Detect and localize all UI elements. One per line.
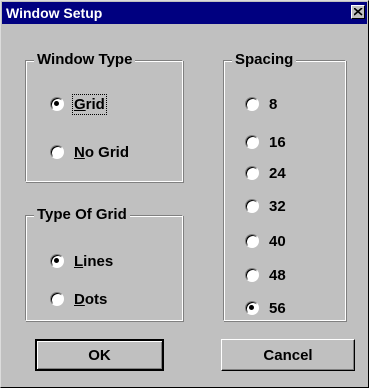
spacing-label: Spacing bbox=[232, 51, 297, 69]
radio-spacing-label: 24 bbox=[269, 164, 286, 182]
radio-spacing-56[interactable]: 56 bbox=[245, 298, 286, 318]
radio-dots-label: Dots bbox=[74, 290, 108, 308]
ok-button[interactable]: OK bbox=[35, 339, 164, 371]
radio-button[interactable] bbox=[245, 199, 259, 213]
radio-selected-dot bbox=[54, 101, 59, 106]
radio-button[interactable] bbox=[245, 234, 259, 248]
radio-grid[interactable]: Grid bbox=[50, 93, 107, 115]
radio-spacing-label: 48 bbox=[269, 266, 286, 284]
radio-spacing-48[interactable]: 48 bbox=[245, 265, 286, 285]
cancel-button[interactable]: Cancel bbox=[221, 339, 355, 371]
window-type-label: Window Type bbox=[34, 51, 136, 69]
radio-spacing-label: 56 bbox=[269, 299, 286, 317]
radio-button[interactable] bbox=[245, 301, 259, 315]
radio-selected-dot bbox=[54, 258, 59, 263]
radio-dots[interactable]: Dots bbox=[50, 289, 107, 309]
radio-spacing-24[interactable]: 24 bbox=[245, 163, 286, 183]
radio-spacing-16[interactable]: 16 bbox=[245, 132, 286, 152]
close-button[interactable] bbox=[351, 5, 365, 19]
window-setup-dialog: Window Setup Window Type Grid No Grid Ty… bbox=[0, 0, 369, 388]
title-bar[interactable]: Window Setup bbox=[2, 2, 367, 24]
radio-button[interactable] bbox=[245, 135, 259, 149]
radio-spacing-8[interactable]: 8 bbox=[245, 94, 277, 114]
close-icon bbox=[354, 8, 363, 16]
radio-button[interactable] bbox=[245, 97, 259, 111]
window-type-group: Window Type bbox=[25, 51, 183, 182]
radio-button[interactable] bbox=[50, 145, 64, 159]
window-title: Window Setup bbox=[6, 5, 103, 21]
radio-spacing-label: 16 bbox=[269, 133, 286, 151]
radio-spacing-32[interactable]: 32 bbox=[245, 196, 286, 216]
radio-button[interactable] bbox=[50, 254, 64, 268]
radio-spacing-label: 40 bbox=[269, 232, 286, 250]
radio-lines-label: Lines bbox=[74, 252, 114, 270]
radio-button[interactable] bbox=[245, 268, 259, 282]
radio-button[interactable] bbox=[50, 97, 64, 111]
radio-grid-label: Grid bbox=[72, 93, 107, 115]
radio-button[interactable] bbox=[245, 166, 259, 180]
radio-spacing-label: 8 bbox=[269, 95, 278, 113]
radio-spacing-40[interactable]: 40 bbox=[245, 231, 286, 251]
radio-spacing-label: 32 bbox=[269, 197, 286, 215]
radio-no-grid-label: No Grid bbox=[74, 143, 130, 161]
radio-lines[interactable]: Lines bbox=[50, 251, 113, 271]
radio-button[interactable] bbox=[50, 292, 64, 306]
radio-no-grid[interactable]: No Grid bbox=[50, 142, 129, 162]
grid-type-label: Type Of Grid bbox=[34, 206, 130, 224]
radio-selected-dot bbox=[249, 305, 254, 310]
